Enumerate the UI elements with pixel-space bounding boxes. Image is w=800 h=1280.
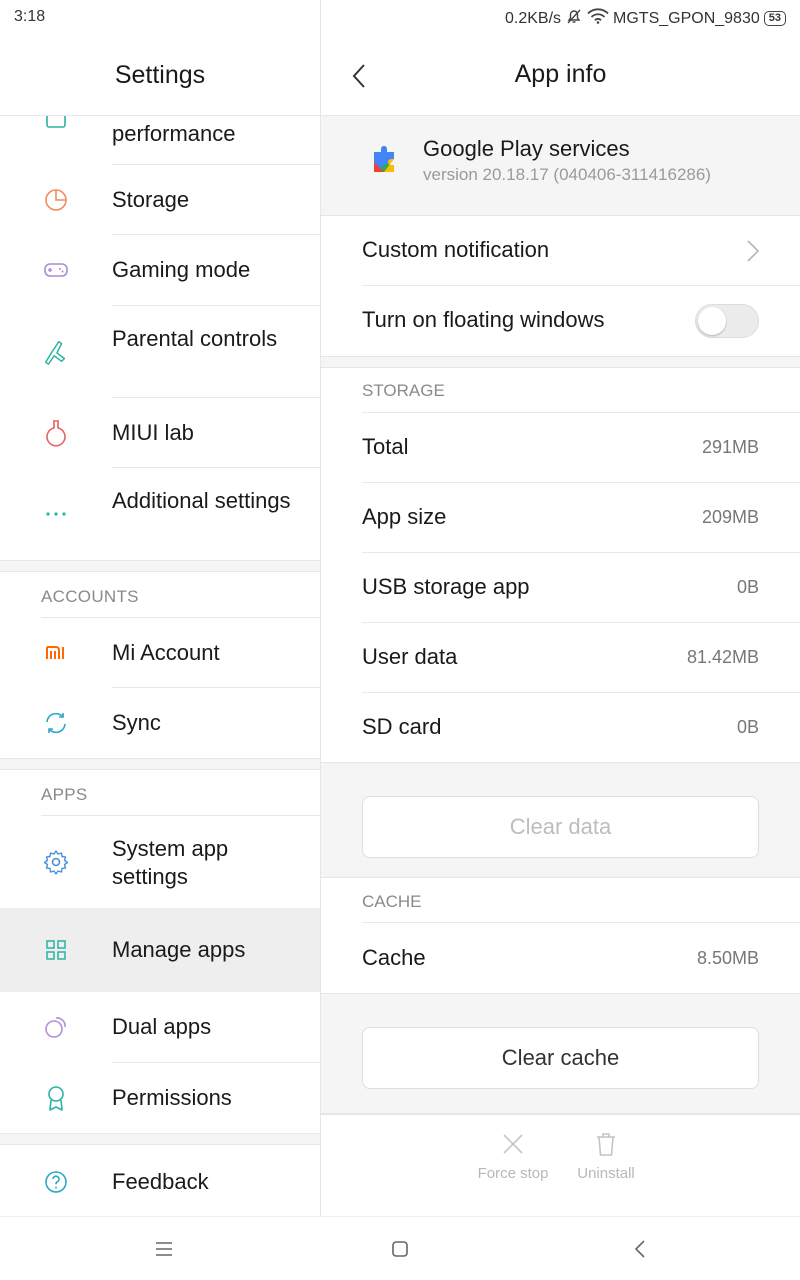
toggle-knob [698,307,726,335]
app-info-pane[interactable]: App info Google Play services version 20… [321,36,800,1216]
settings-title: Settings [0,36,320,116]
permissions-badge-icon [42,1084,70,1112]
custom-notification-row[interactable]: Custom notification [321,216,800,286]
battery-indicator: 53 [763,11,786,26]
accounts-section-header: ACCOUNTS [41,587,139,606]
storage-section-header: STORAGE [362,381,445,400]
clear-data-button[interactable]: Clear data [362,796,759,858]
battery-performance-icon [42,112,70,140]
app-summary-card: Google Play services version 20.18.17 (0… [321,116,800,216]
storage-value: 0B [736,717,759,737]
settings-item-gaming-mode[interactable]: Gaming mode [0,235,320,306]
navigation-bar [0,1216,800,1280]
settings-item-permissions[interactable]: Permissions [0,1063,320,1133]
custom-notification-label: Custom notification [362,237,550,262]
storage-row-total: Total 291MB [321,413,800,483]
force-stop-label: Force stop [477,1165,549,1182]
storage-row-sd-card: SD card 0B [321,693,800,763]
settings-item-system-app-settings[interactable]: System app settings [0,816,320,908]
settings-pane[interactable]: Settings performance Storage Gaming mode… [0,36,320,1216]
menu-icon[interactable] [150,1237,178,1261]
settings-item-feedback[interactable]: Feedback [0,1145,320,1216]
floating-windows-label: Turn on floating windows [362,307,605,332]
cache-row: Cache 8.50MB [321,924,800,994]
more-dots-icon [42,500,70,528]
grid-icon [42,936,70,964]
apps-section-header: APPS [41,785,88,804]
settings-item-miui-lab[interactable]: MIUI lab [0,398,320,468]
app-info-header: App info [321,36,800,116]
app-info-title: App info [514,60,607,88]
sync-icon [42,709,70,737]
storage-label: USB storage app [362,574,530,599]
floating-windows-row[interactable]: Turn on floating windows [321,286,800,356]
network-name: MGTS_GPON_9830 [613,9,760,27]
settings-item-label: Sync [112,710,161,735]
settings-item-label: Additional settings [112,488,291,513]
app-name: Google Play services [423,136,630,161]
chevron-right-icon [746,239,760,268]
storage-label: App size [362,504,447,529]
floating-windows-toggle[interactable] [695,304,759,338]
settings-item-label: Parental controls [112,326,278,351]
dual-apps-icon [42,1013,70,1041]
cache-section-header: CACHE [362,892,422,911]
gear-icon [42,848,70,876]
settings-item-label: System app settings [112,836,229,889]
mi-logo-icon [42,639,70,667]
settings-item-label: Permissions [112,1085,232,1110]
bottom-action-bar: Force stop Uninstall [321,1114,800,1216]
storage-label: User data [362,644,458,669]
question-icon [42,1168,70,1196]
network-speed: 0.2KB/s [504,9,562,27]
settings-item-label: performance [112,121,236,146]
settings-item-mi-account[interactable]: Mi Account [0,618,320,688]
storage-value: 291MB [701,437,759,457]
bell-muted-icon [565,7,583,30]
parental-controls-icon [42,338,70,366]
google-play-services-icon [369,142,403,176]
settings-item-battery-performance[interactable]: performance [0,114,320,165]
status-bar: 3:18 0.2KB/s MGTS_GPON_9830 53 [0,0,800,36]
settings-item-label: Dual apps [112,1014,212,1039]
uninstall-action[interactable]: Uninstall [561,1131,651,1182]
back-nav-icon[interactable] [626,1237,654,1261]
app-version: version 20.18.17 (040406-311416286) [423,165,711,184]
force-stop-action[interactable]: Force stop [468,1131,558,1182]
settings-item-dual-apps[interactable]: Dual apps [0,992,320,1063]
clear-cache-button[interactable]: Clear cache [362,1027,759,1089]
settings-item-label: Manage apps [112,937,246,962]
storage-value: 81.42MB [686,647,759,667]
settings-item-additional-settings[interactable]: Additional settings [0,468,320,560]
status-time: 3:18 [14,8,46,25]
storage-label: Total [362,434,409,459]
storage-pie-icon [42,186,70,214]
storage-row-user-data: User data 81.42MB [321,623,800,693]
trash-icon [597,1133,615,1156]
gamepad-icon [42,256,70,284]
storage-value: 0B [736,577,759,597]
uninstall-label: Uninstall [577,1165,635,1182]
home-square-icon[interactable] [386,1237,414,1261]
close-icon [503,1134,523,1154]
settings-item-label: Gaming mode [112,257,251,282]
settings-item-label: Feedback [112,1169,209,1194]
cache-label: Cache [362,945,426,970]
flask-icon [42,419,70,447]
settings-item-label: Mi Account [112,640,220,665]
settings-item-sync[interactable]: Sync [0,688,320,758]
storage-row-usb-storage: USB storage app 0B [321,553,800,623]
settings-item-manage-apps[interactable]: Manage apps [0,908,320,992]
settings-item-storage[interactable]: Storage [0,165,320,235]
settings-item-label: MIUI lab [112,420,194,445]
cache-value: 8.50MB [696,948,759,968]
settings-item-label: Storage [112,187,190,212]
settings-item-parental-controls[interactable]: Parental controls [0,306,320,398]
storage-row-app-size: App size 209MB [321,483,800,553]
storage-label: SD card [362,714,442,739]
storage-value: 209MB [701,507,759,527]
wifi-icon [587,8,609,29]
